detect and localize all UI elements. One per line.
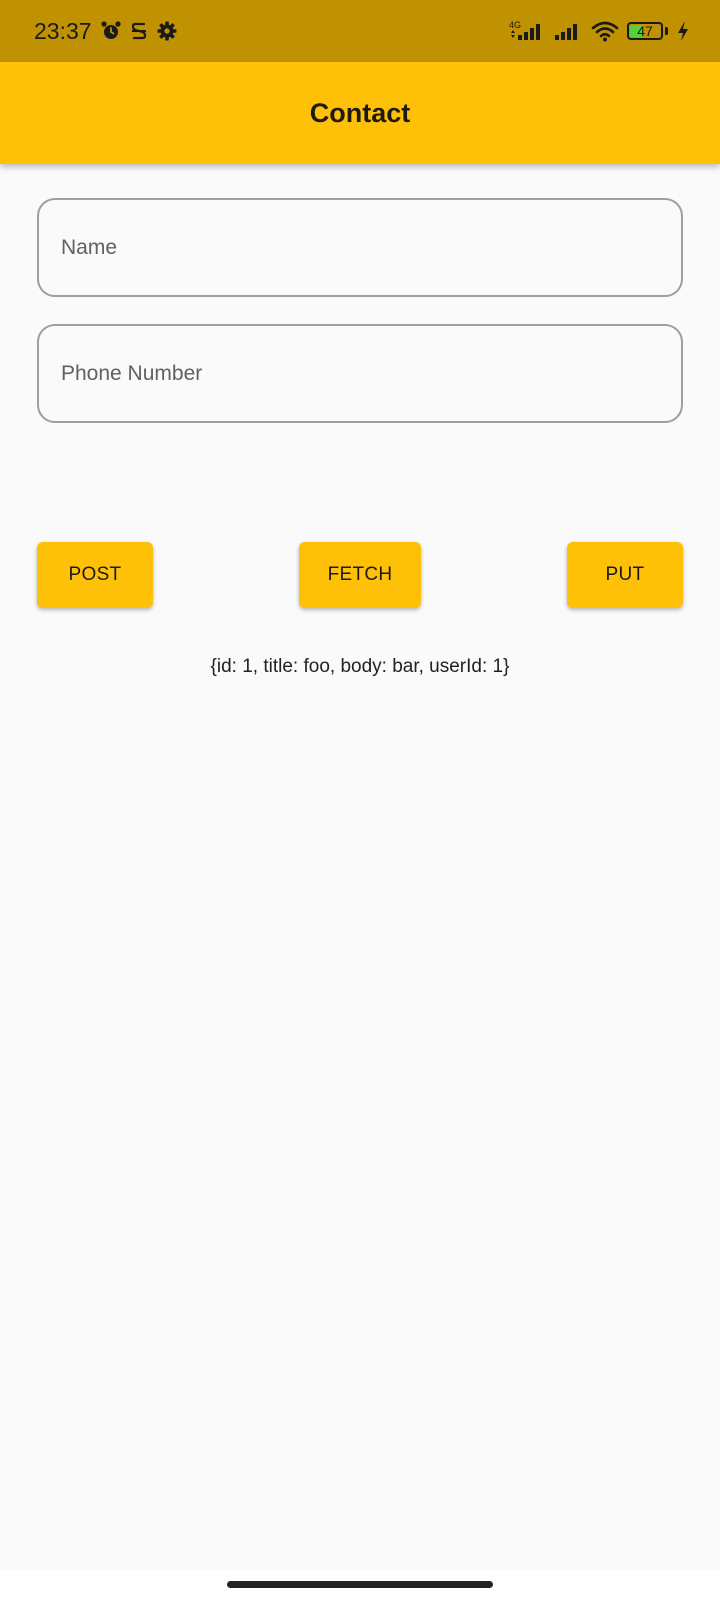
app-notification-icon [128, 20, 150, 42]
page-title: Contact [309, 97, 411, 128]
name-field[interactable] [37, 198, 683, 297]
status-bar: 23:37 4G 47 [0, 0, 720, 62]
battery-icon: 47 [627, 22, 663, 40]
charging-bolt-icon [676, 20, 690, 42]
fetch-button[interactable]: FETCH [299, 542, 421, 608]
network-type-label: 4G [509, 20, 521, 30]
response-text: {id: 1, title: foo, body: bar, userId: 1… [210, 656, 510, 677]
wifi-icon [591, 19, 619, 43]
settings-gear-icon [156, 20, 178, 42]
status-right: 4G 47 [507, 0, 690, 62]
post-button[interactable]: POST [37, 542, 153, 608]
home-gesture-indicator[interactable] [227, 1581, 493, 1588]
signal-icon [553, 19, 583, 43]
phone-number-field[interactable] [37, 324, 683, 423]
battery-cap [665, 27, 668, 35]
status-time: 23:37 [34, 17, 92, 44]
name-input[interactable] [61, 235, 681, 260]
phone-number-input[interactable] [61, 361, 681, 386]
app-bar: Contact [0, 62, 720, 164]
signal-4g-icon: 4G [507, 19, 545, 43]
status-left: 23:37 [34, 0, 178, 62]
alarm-icon [100, 20, 122, 42]
put-button[interactable]: PUT [567, 542, 683, 608]
battery-level: 47 [637, 23, 653, 39]
